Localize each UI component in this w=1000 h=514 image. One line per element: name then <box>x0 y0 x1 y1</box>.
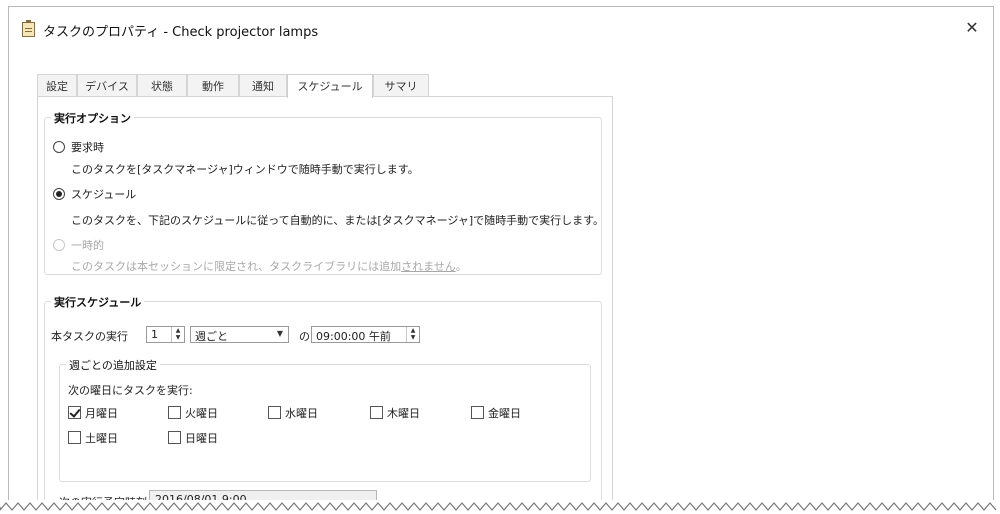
torn-edge <box>0 500 1000 514</box>
tab-schedule[interactable]: スケジュール <box>287 74 373 98</box>
saturday-label: 土曜日 <box>85 432 118 445</box>
days-label: 次の曜日にタスクを実行: <box>68 384 193 397</box>
weekly-settings-group: 週ごとの追加設定 次の曜日にタスクを実行: 月曜日 火曜日 水曜日 木曜日 金曜… <box>59 357 591 482</box>
tab-device[interactable]: デバイス <box>77 74 137 97</box>
tab-action[interactable]: 動作 <box>187 74 239 97</box>
scheduled-radio[interactable] <box>53 188 65 200</box>
torn-edge-line <box>0 502 997 511</box>
thursday-label: 木曜日 <box>387 407 420 420</box>
scheduled-description: このタスクを、下記のスケジュールに従って自動的に、または[タスクマネージャ]で随… <box>71 214 605 227</box>
frequency-select[interactable]: 週ごと ▼ <box>190 326 289 343</box>
friday-label: 金曜日 <box>488 407 521 420</box>
friday-checkbox[interactable] <box>471 406 484 419</box>
tab-status[interactable]: 状態 <box>137 74 187 97</box>
run-options-title: 実行オプション <box>51 110 134 126</box>
at-label: の <box>299 330 310 343</box>
frequency-value: 週ごと <box>195 330 228 343</box>
on-demand-description: このタスクを[タスクマネージャ]ウィンドウで随時手動で実行します。 <box>71 163 419 176</box>
run-schedule-group: 実行スケジュール 本タスクの実行 1 ▲ ▼ 週ごと ▼ の 09:00:00 午… <box>44 294 602 509</box>
window-title: タスクのプロパティ - Check projector lamps <box>43 25 319 40</box>
close-icon: ✕ <box>965 18 979 37</box>
tuesday-checkbox[interactable] <box>168 406 181 419</box>
run-every-label: 本タスクの実行 <box>51 330 128 343</box>
on-demand-label: 要求時 <box>71 141 104 154</box>
one-time-description-end: 。 <box>455 260 467 273</box>
chevron-down-icon: ▼ <box>276 329 283 338</box>
one-time-description: このタスクは本セッションに限定され、タスクライブラリには追加されません。 <box>71 258 467 274</box>
run-schedule-title: 実行スケジュール <box>51 294 145 310</box>
one-time-label: 一時的 <box>71 239 104 252</box>
tab-summary[interactable]: サマリ <box>373 74 429 97</box>
interval-stepper[interactable]: 1 ▲ ▼ <box>146 326 185 343</box>
one-time-radio[interactable] <box>53 239 65 251</box>
tab-settings[interactable]: 設定 <box>37 74 77 97</box>
schedule-panel: 実行オプション 要求時 このタスクを[タスクマネージャ]ウィンドウで随時手動で実… <box>37 96 613 509</box>
monday-label: 月曜日 <box>85 407 118 420</box>
interval-value: 1 <box>151 328 158 341</box>
task-properties-icon <box>22 20 35 37</box>
wednesday-label: 水曜日 <box>285 407 318 420</box>
stepper-arrows-icon[interactable]: ▲ ▼ <box>171 327 184 342</box>
saturday-checkbox[interactable] <box>68 431 81 444</box>
time-picker[interactable]: 09:00:00 午前 ▲ ▼ <box>311 326 420 343</box>
monday-checkbox[interactable] <box>68 406 81 419</box>
run-options-group: 実行オプション 要求時 このタスクを[タスクマネージャ]ウィンドウで随時手動で実… <box>44 110 605 275</box>
thursday-checkbox[interactable] <box>370 406 383 419</box>
one-time-description-text: このタスクは本セッションに限定され、タスクライブラリには追加 <box>71 260 402 273</box>
stepper-arrows-icon[interactable]: ▲ ▼ <box>406 327 419 342</box>
weekly-settings-title: 週ごとの追加設定 <box>66 357 160 373</box>
tab-notification[interactable]: 通知 <box>239 74 287 97</box>
title-bar: タスクのプロパティ - Check projector lamps ✕ <box>9 7 993 47</box>
time-value: 09:00:00 午前 <box>316 330 391 343</box>
task-properties-window: タスクのプロパティ - Check projector lamps ✕ 設定 デ… <box>8 6 994 509</box>
tuesday-label: 火曜日 <box>185 407 218 420</box>
wednesday-checkbox[interactable] <box>268 406 281 419</box>
sunday-checkbox[interactable] <box>168 431 181 444</box>
one-time-description-link: されません <box>401 260 456 273</box>
on-demand-radio[interactable] <box>53 141 65 153</box>
sunday-label: 日曜日 <box>185 432 218 445</box>
scheduled-label: スケジュール <box>71 188 137 201</box>
close-button[interactable]: ✕ <box>961 17 983 39</box>
